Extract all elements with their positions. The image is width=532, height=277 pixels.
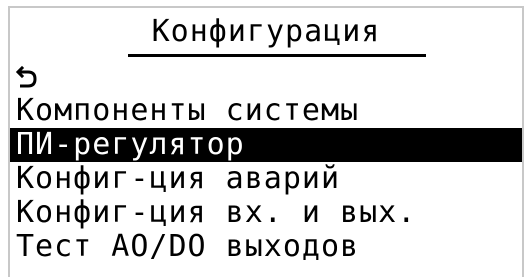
title-underline — [128, 54, 426, 57]
menu-list: Компоненты системы ПИ-регулятор Конфиг-ц… — [10, 58, 522, 264]
back-arrow-icon[interactable] — [16, 65, 38, 89]
menu-item-label: ПИ-регулятор — [16, 128, 245, 162]
screen-title: Конфигурация — [151, 14, 381, 49]
menu-item-system-components[interactable]: Компоненты системы — [10, 94, 522, 128]
menu-item-back[interactable] — [10, 58, 522, 94]
menu-item-output-test[interactable]: Тест AO/DO выходов — [10, 230, 522, 264]
menu-item-label: Тест AO/DO выходов — [16, 230, 360, 264]
device-bezel: Конфигурация Компоненты системы ПИ-регул… — [0, 0, 532, 277]
menu-item-label: Компоненты системы — [16, 94, 360, 128]
menu-item-io-config[interactable]: Конфиг-ция вх. и вых. — [10, 196, 522, 230]
lcd-screen: Конфигурация Компоненты системы ПИ-регул… — [8, 6, 524, 277]
menu-item-label: Конфиг-ция вх. и вых. — [16, 196, 417, 230]
menu-item-pi-controller[interactable]: ПИ-регулятор — [10, 128, 522, 162]
menu-item-alarm-config[interactable]: Конфиг-ция аварий — [10, 162, 522, 196]
menu-item-label: Конфиг-ция аварий — [16, 162, 341, 196]
